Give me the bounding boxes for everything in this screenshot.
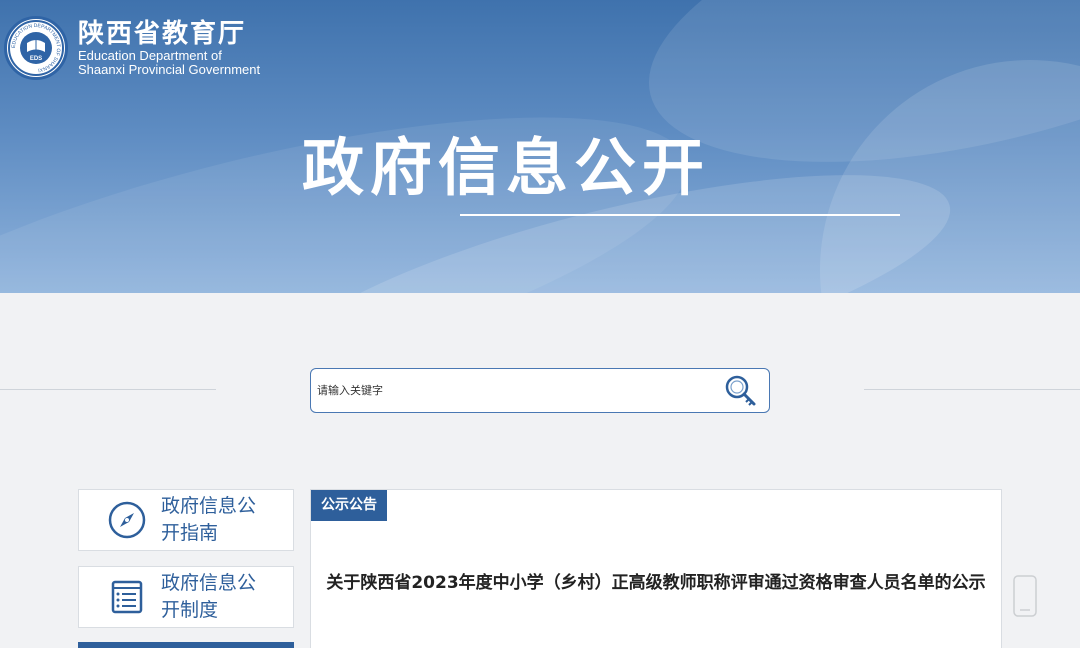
org-name-cn: 陕西省教育厅 xyxy=(78,19,247,49)
header-banner: EDUCATION DEPARTMENT OF SHAANXI EDS 陕西省教… xyxy=(0,0,1080,293)
sidebar-item-partial[interactable] xyxy=(78,642,294,648)
logo-center-text: EDS xyxy=(30,56,42,62)
document-list-icon xyxy=(105,575,149,619)
app-watermark-icon xyxy=(1012,574,1038,622)
search-key-icon xyxy=(725,375,756,406)
sidebar-item-label: 政府信息公开制度 xyxy=(161,572,257,621)
search-bar xyxy=(310,368,770,413)
divider xyxy=(0,389,216,390)
divider xyxy=(864,389,1080,390)
compass-icon xyxy=(105,498,149,542)
notice-panel: 公示公告 关于陕西省2023年度中小学（乡村）正高级教师职称评审通过资格审查人员… xyxy=(310,489,1002,648)
site-logo[interactable]: EDUCATION DEPARTMENT OF SHAANXI EDS 陕西省教… xyxy=(4,16,260,80)
search-input[interactable] xyxy=(311,369,713,412)
search-button[interactable] xyxy=(713,369,769,412)
notice-title[interactable]: 关于陕西省2023年度中小学（乡村）正高级教师职称评审通过资格审查人员名单的公示 xyxy=(311,566,1001,600)
sidebar-item-system[interactable]: 政府信息公开制度 xyxy=(78,566,294,628)
emblem-icon: EDUCATION DEPARTMENT OF SHAANXI EDS xyxy=(4,16,68,80)
org-name: 陕西省教育厅 Education Department of Shaanxi P… xyxy=(78,19,260,77)
org-name-en-line2: Shaanxi Provincial Government xyxy=(78,62,261,77)
sidebar-item-guide[interactable]: 政府信息公开指南 xyxy=(78,489,294,551)
tab-announcements[interactable]: 公示公告 xyxy=(311,490,387,521)
sidebar-item-label: 政府信息公开指南 xyxy=(161,495,257,544)
page-title: 政府信息公开 xyxy=(302,131,711,204)
title-underline xyxy=(460,214,900,216)
org-name-en-line1: Education Department of xyxy=(78,48,222,63)
